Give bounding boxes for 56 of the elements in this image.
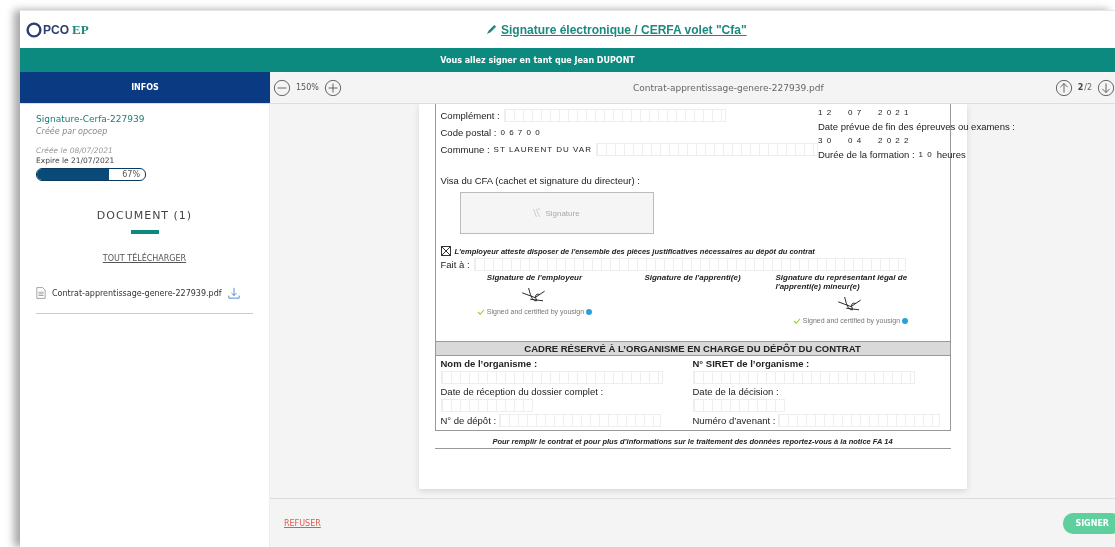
creator-text: Créée par opcoep	[36, 127, 109, 136]
documents-heading: DOCUMENT (1)	[95, 209, 194, 222]
date-digits: 2 0 2 2	[877, 136, 910, 145]
form-label: Numéro d’avenant :	[692, 415, 776, 426]
pen-icon	[486, 24, 497, 35]
check-icon	[792, 317, 801, 324]
progress-reading: 67%	[122, 169, 140, 180]
form-label: Durée de la formation :	[817, 149, 915, 160]
form-label: N° de dépôt :	[440, 415, 497, 426]
form-label: Fait à :	[440, 259, 470, 270]
form-value: ST LAURENT DU VAR	[493, 145, 592, 154]
form-label: Complément :	[440, 110, 500, 121]
refuse-link[interactable]: REFUSER	[284, 518, 321, 528]
check-icon	[476, 308, 485, 315]
form-label: Nom de l’organisme :	[440, 358, 539, 369]
section-title: CADRE RÉSERVÉ À L’ORGANISME EN CHARGE DU DÉPÔT DU CONTRAT	[435, 341, 950, 356]
signature-heading: Signature de l'apprenti(e)	[644, 273, 741, 282]
date-digits: 3 0	[817, 136, 834, 145]
signature-heading: Signature du représentant légal de l'apprenti(e) mineur(e)	[775, 273, 909, 291]
form-label: Visa du CFA (cachet et signature du directeur) :	[439, 174, 641, 186]
infos-tab[interactable]: INFOS	[20, 72, 270, 103]
signer-banner: Vous allez signer en tant que Jean DUPONT	[20, 48, 1115, 72]
file-name: Contrat-apprentissage-genere-227939.pdf	[631, 82, 825, 93]
form-value: 1 0	[918, 150, 933, 159]
form-label: Code postal :	[440, 127, 497, 138]
previous-page-icon[interactable]	[1054, 78, 1073, 97]
zoom-level: 150%	[296, 83, 319, 92]
download-all-link[interactable]: TOUT TÉLÉCHARGER	[36, 254, 253, 263]
signature-field[interactable]: Signature	[459, 192, 654, 234]
date-digits: 2 0 2 1	[877, 108, 910, 117]
form-label: Commune :	[440, 144, 490, 155]
page-total: /2	[1084, 83, 1092, 92]
file-link[interactable]: Contrat-apprentissage-genere-227939.pdf	[52, 288, 222, 298]
document-icon	[36, 287, 46, 299]
next-page-icon[interactable]	[1097, 78, 1115, 97]
form-label: heures	[936, 149, 966, 160]
form-label: Date de réception du dossier complet :	[440, 386, 605, 397]
signature-mark-icon	[533, 207, 542, 219]
current-page: 2	[1077, 83, 1084, 92]
checkbox[interactable]	[440, 246, 451, 256]
form-label: Date prévue de fin des épreuves ou examens :	[817, 121, 1015, 132]
signature-heading: Signature de l'employeur	[486, 273, 583, 282]
page-title-link[interactable]: Signature électronique / CERFA volet "Cfa"	[486, 22, 747, 37]
help-icon	[586, 308, 593, 315]
logo: PCO EP	[26, 21, 426, 38]
date-digits: 1 2	[817, 108, 834, 117]
zoom-in-icon[interactable]	[323, 78, 342, 97]
logo-ring-icon	[26, 21, 42, 38]
help-icon	[902, 317, 909, 324]
form-label: N° SIRET de l’organisme :	[692, 358, 811, 369]
zoom-out-icon[interactable]	[273, 78, 291, 97]
form-value: 0 6 7 0 0	[500, 128, 541, 137]
date-digits: 0 4	[847, 136, 864, 145]
form-label: Date de la décision :	[692, 386, 780, 397]
signature-name: Signature-Cerfa-227939	[36, 114, 146, 124]
date-digits: 0 7	[847, 108, 864, 117]
